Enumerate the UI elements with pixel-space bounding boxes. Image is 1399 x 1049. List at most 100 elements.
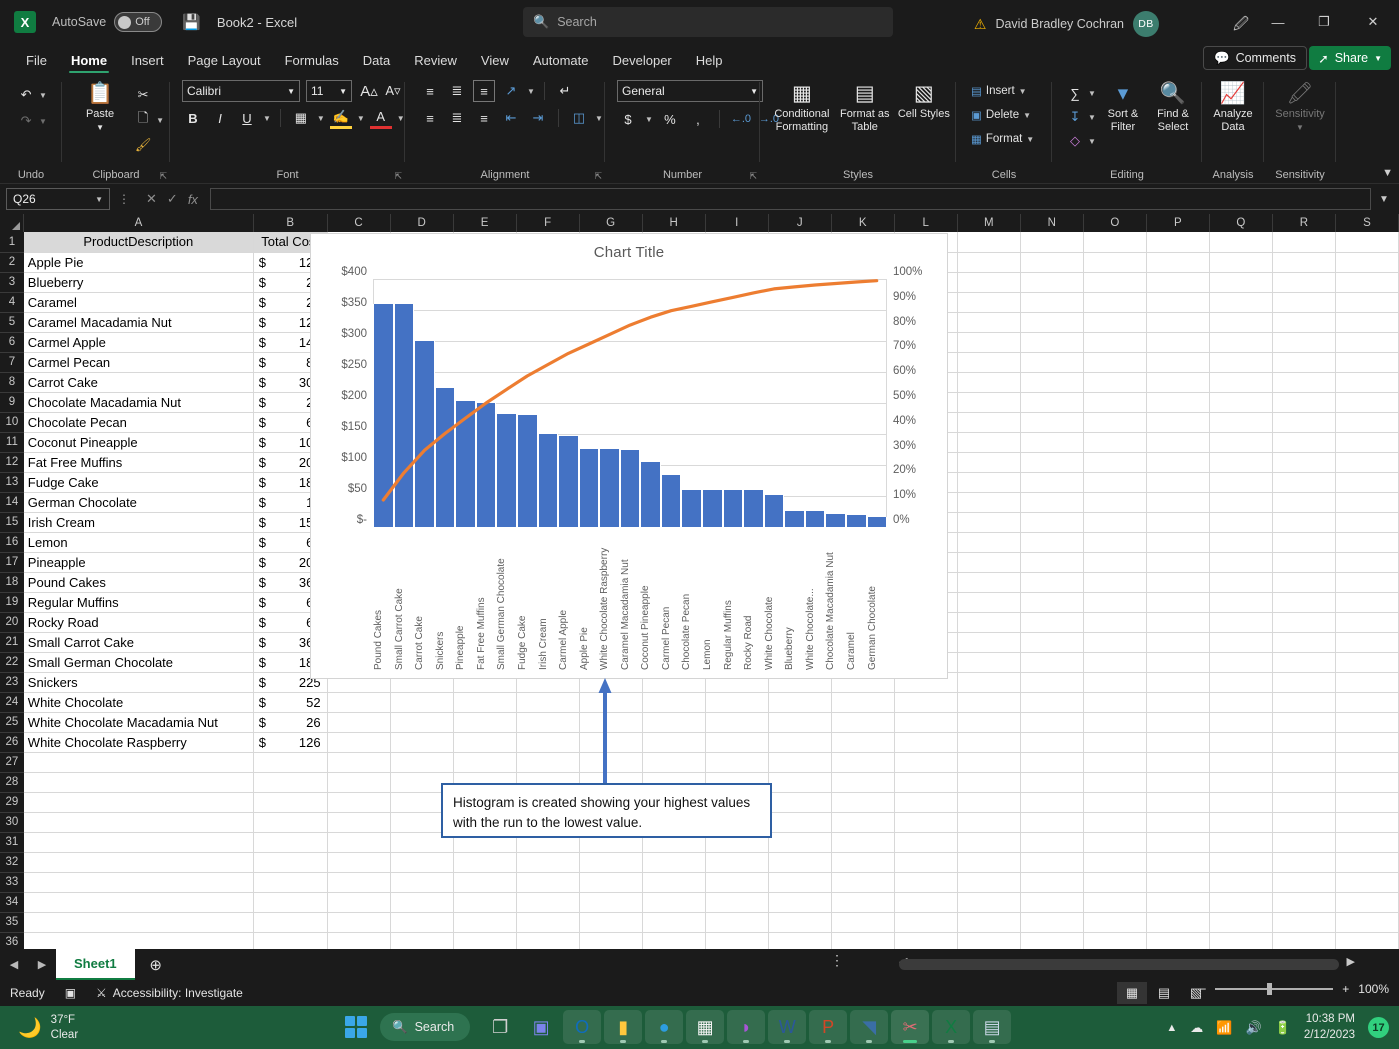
decrease-decimal-icon[interactable]: ←.0 [730,108,752,130]
save-icon[interactable]: 💾 [182,13,201,31]
cell-g36[interactable] [579,932,642,949]
cell-j29[interactable] [768,792,831,812]
cell-p1[interactable] [1146,232,1209,252]
cell-a33[interactable] [24,872,253,892]
cell-a19[interactable]: Regular Muffins [24,592,253,612]
cell-o24[interactable] [1083,692,1146,712]
underline-dropdown-icon[interactable]: ▼ [263,114,271,123]
expand-formula-bar-icon[interactable]: ▼ [1375,194,1393,205]
weather-widget[interactable]: 🌙 37°F Clear [18,1013,78,1043]
cell-q20[interactable] [1209,612,1272,632]
cell-s7[interactable] [1335,352,1398,372]
cell-h27[interactable] [642,752,705,772]
cell-l36[interactable] [894,932,957,949]
cell-a15[interactable]: Irish Cream [24,512,253,532]
cell-k29[interactable] [831,792,894,812]
cell-n14[interactable] [1020,492,1083,512]
borders-dropdown-icon[interactable]: ▼ [317,114,325,123]
cell-s1[interactable] [1335,232,1398,252]
cell-p3[interactable] [1146,272,1209,292]
cell-p2[interactable] [1146,252,1209,272]
row-header[interactable]: 4 [0,292,24,312]
cell-p26[interactable] [1146,732,1209,752]
cell-m30[interactable] [957,812,1020,832]
cell-n21[interactable] [1020,632,1083,652]
align-right-icon[interactable]: ≡ [473,107,495,129]
cell-q21[interactable] [1209,632,1272,652]
eraser-icon[interactable]: ◇ [1064,130,1086,152]
cell-r26[interactable] [1272,732,1335,752]
cell-n8[interactable] [1020,372,1083,392]
task-view-icon[interactable]: ❐ [481,1010,519,1044]
borders-icon[interactable]: ▦ [290,107,312,129]
cell-q36[interactable] [1209,932,1272,949]
cell-k32[interactable] [831,852,894,872]
merge-cells-icon[interactable]: ◫ [568,107,590,129]
maximize-button[interactable]: ❐ [1301,0,1347,44]
cell-o6[interactable] [1083,332,1146,352]
cell-i24[interactable] [705,692,768,712]
cell-n18[interactable] [1020,572,1083,592]
cell-l24[interactable] [894,692,957,712]
cell-a13[interactable]: Fudge Cake [24,472,253,492]
cell-q16[interactable] [1209,532,1272,552]
cell-f36[interactable] [516,932,579,949]
cell-r11[interactable] [1272,432,1335,452]
cell-q27[interactable] [1209,752,1272,772]
cell-s11[interactable] [1335,432,1398,452]
autosave-toggle[interactable]: Off [114,12,162,32]
tab-page-layout[interactable]: Page Layout [176,48,273,74]
prev-sheet-icon[interactable]: ◀ [0,958,28,971]
zoom-in-button[interactable]: + [1342,982,1349,996]
table-row[interactable]: 34 [0,892,1399,912]
column-header-r[interactable]: R [1272,214,1335,232]
insert-cells-button[interactable]: ▤ Insert ▼ [968,80,1030,102]
cell-m27[interactable] [957,752,1020,772]
cell-s17[interactable] [1335,552,1398,572]
cell-s26[interactable] [1335,732,1398,752]
cell-m22[interactable] [957,652,1020,672]
cell-p4[interactable] [1146,292,1209,312]
analyze-data-button[interactable]: 📈 Analyze Data [1208,80,1258,133]
cell-s8[interactable] [1335,372,1398,392]
cloud-icon[interactable]: ☁ [1190,1020,1203,1036]
cell-r5[interactable] [1272,312,1335,332]
table-row[interactable]: 33 [0,872,1399,892]
cell-p33[interactable] [1146,872,1209,892]
conditional-formatting-button[interactable]: ▦ Conditional Formatting [772,80,832,133]
cell-r12[interactable] [1272,452,1335,472]
cell-q6[interactable] [1209,332,1272,352]
cell-s27[interactable] [1335,752,1398,772]
cell-d24[interactable] [390,692,453,712]
cell-m13[interactable] [957,472,1020,492]
cell-o19[interactable] [1083,592,1146,612]
cell-n36[interactable] [1020,932,1083,949]
scroll-right-icon[interactable]: ▶ [1347,955,1355,968]
cell-o32[interactable] [1083,852,1146,872]
column-header-g[interactable]: G [579,214,642,232]
row-header[interactable]: 3 [0,272,24,292]
align-center-icon[interactable]: ≣ [446,107,468,129]
grow-font-icon[interactable]: A▵ [358,80,380,102]
cell-q35[interactable] [1209,912,1272,932]
cell-m17[interactable] [957,552,1020,572]
cell-j27[interactable] [768,752,831,772]
cell-o4[interactable] [1083,292,1146,312]
cell-n5[interactable] [1020,312,1083,332]
cell-k27[interactable] [831,752,894,772]
format-painter-icon[interactable]: 🖌 [132,134,154,156]
cell-p12[interactable] [1146,452,1209,472]
cell-r3[interactable] [1272,272,1335,292]
cell-c26[interactable] [327,732,390,752]
cell-b30[interactable] [253,812,327,832]
cell-j35[interactable] [768,912,831,932]
cell-k35[interactable] [831,912,894,932]
powerpoint-icon[interactable]: P [809,1010,847,1044]
font-dialog-launcher[interactable]: ⇱ [394,171,402,182]
teams-icon[interactable]: ▣ [522,1010,560,1044]
battery-icon[interactable]: 🔋 [1275,1020,1291,1036]
cell-q3[interactable] [1209,272,1272,292]
column-header-j[interactable]: J [768,214,831,232]
cell-r31[interactable] [1272,832,1335,852]
currency-icon[interactable]: $ [617,108,639,130]
